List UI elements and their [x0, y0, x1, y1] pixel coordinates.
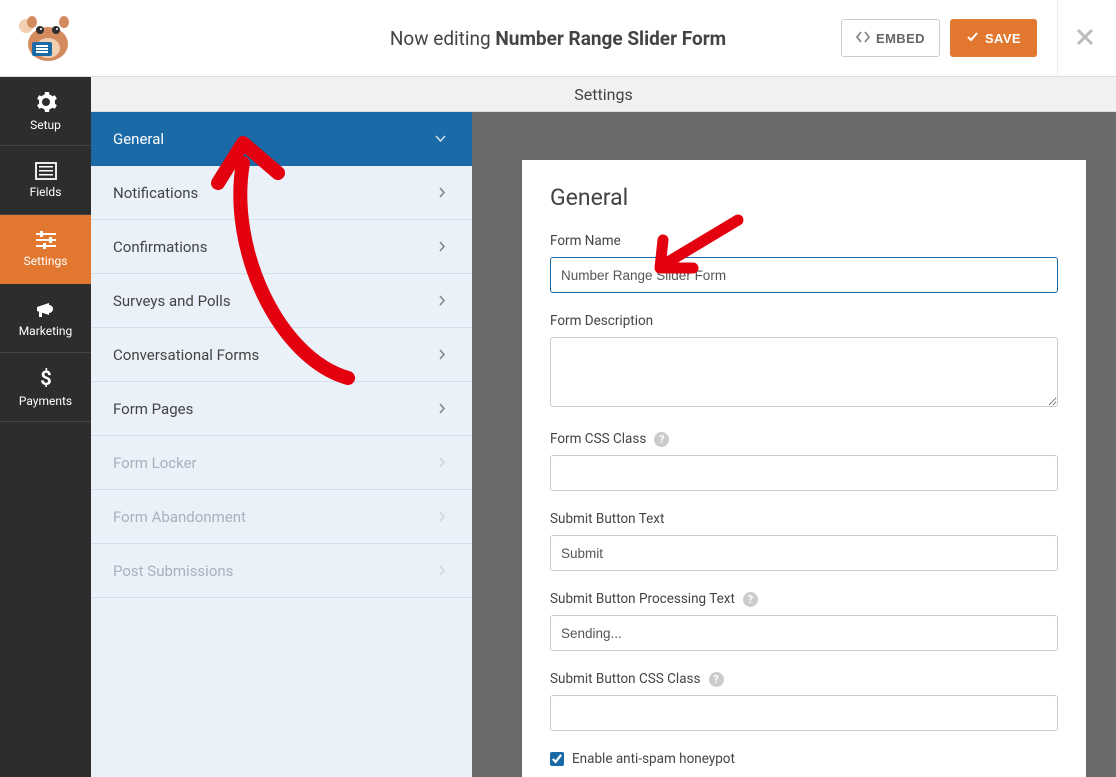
save-button[interactable]: SAVE: [950, 19, 1037, 57]
form-css-label: Form CSS Class: [550, 431, 646, 447]
subnav-item-confirmations[interactable]: Confirmations: [91, 220, 472, 274]
form-css-input[interactable]: [550, 455, 1058, 491]
gear-icon: [35, 91, 57, 113]
submit-processing-label: Submit Button Processing Text: [550, 591, 735, 607]
app-logo: [12, 13, 76, 63]
subnav-item-label: Form Locker: [113, 454, 197, 472]
embed-button[interactable]: EMBED: [841, 19, 940, 57]
chevron-right-icon: [438, 508, 446, 526]
settings-subnav: General Notifications Confirmations: [91, 112, 472, 777]
submit-text-input[interactable]: [550, 535, 1058, 571]
subnav-item-label: Form Pages: [113, 400, 193, 418]
chevron-right-icon: [438, 400, 446, 418]
save-label: SAVE: [985, 31, 1021, 46]
sidebar-item-settings[interactable]: Settings: [0, 215, 91, 284]
code-icon: [856, 30, 870, 47]
subnav-item-label: Surveys and Polls: [113, 292, 231, 310]
sliders-icon: [35, 231, 57, 249]
panel-title: Settings: [91, 77, 1116, 112]
close-icon: [1076, 23, 1094, 53]
check-icon: [966, 30, 979, 46]
help-icon[interactable]: ?: [654, 432, 669, 447]
subnav-item-label: Confirmations: [113, 238, 207, 256]
general-heading: General: [550, 184, 1058, 211]
subnav-item-formabandonment[interactable]: Form Abandonment: [91, 490, 472, 544]
sidebar-item-marketing[interactable]: Marketing: [0, 284, 91, 353]
help-icon[interactable]: ?: [743, 592, 758, 607]
sidebar-item-fields[interactable]: Fields: [0, 146, 91, 215]
chevron-down-icon: [435, 130, 446, 148]
sidebar-item-setup[interactable]: Setup: [0, 77, 91, 146]
subnav-item-general[interactable]: General: [91, 112, 472, 166]
chevron-right-icon: [438, 292, 446, 310]
sidebar-item-label: Settings: [24, 254, 68, 268]
submit-css-label: Submit Button CSS Class: [550, 671, 701, 687]
subnav-item-label: Notifications: [113, 184, 198, 202]
sidebar: Setup Fields Settings Marketing $ Paymen…: [0, 77, 91, 777]
bullhorn-icon: [35, 299, 57, 319]
help-icon[interactable]: ?: [709, 672, 724, 687]
subnav-item-label: Conversational Forms: [113, 346, 259, 364]
chevron-right-icon: [438, 184, 446, 202]
chevron-right-icon: [438, 346, 446, 364]
form-desc-input[interactable]: [550, 337, 1058, 407]
subnav-item-formpages[interactable]: Form Pages: [91, 382, 472, 436]
general-settings-card: General Form Name Form Description Form …: [522, 160, 1086, 777]
subnav-item-notifications[interactable]: Notifications: [91, 166, 472, 220]
subnav-item-conversational[interactable]: Conversational Forms: [91, 328, 472, 382]
form-desc-label: Form Description: [550, 313, 1058, 329]
editing-title: Now editing Number Range Slider Form: [390, 27, 726, 50]
subnav-item-label: Form Abandonment: [113, 508, 246, 526]
sidebar-item-payments[interactable]: $ Payments: [0, 353, 91, 422]
sidebar-item-label: Marketing: [19, 324, 73, 338]
svg-text:$: $: [40, 367, 51, 389]
sidebar-item-label: Setup: [30, 118, 61, 132]
list-icon: [35, 162, 57, 180]
form-name-input[interactable]: [550, 257, 1058, 293]
content-area: General Form Name Form Description Form …: [472, 112, 1116, 777]
submit-css-input[interactable]: [550, 695, 1058, 731]
subnav-item-postsubmissions[interactable]: Post Submissions: [91, 544, 472, 598]
submit-text-label: Submit Button Text: [550, 511, 1058, 527]
chevron-right-icon: [438, 454, 446, 472]
close-button[interactable]: [1057, 0, 1098, 77]
subnav-item-surveys[interactable]: Surveys and Polls: [91, 274, 472, 328]
subnav-item-formlocker[interactable]: Form Locker: [91, 436, 472, 490]
chevron-right-icon: [438, 238, 446, 256]
honeypot-label: Enable anti-spam honeypot: [572, 751, 735, 767]
editing-prefix: Now editing: [390, 27, 496, 50]
editing-form-name: Number Range Slider Form: [495, 27, 726, 50]
top-bar: Now editing Number Range Slider Form EMB…: [0, 0, 1116, 77]
sidebar-item-label: Payments: [19, 394, 72, 408]
chevron-right-icon: [438, 562, 446, 580]
dollar-icon: $: [38, 367, 54, 389]
embed-label: EMBED: [876, 31, 925, 46]
sidebar-item-label: Fields: [30, 185, 62, 199]
honeypot-checkbox[interactable]: [550, 752, 564, 766]
form-name-label: Form Name: [550, 233, 1058, 249]
subnav-item-label: Post Submissions: [113, 562, 233, 580]
subnav-item-label: General: [113, 130, 164, 148]
submit-processing-input[interactable]: [550, 615, 1058, 651]
